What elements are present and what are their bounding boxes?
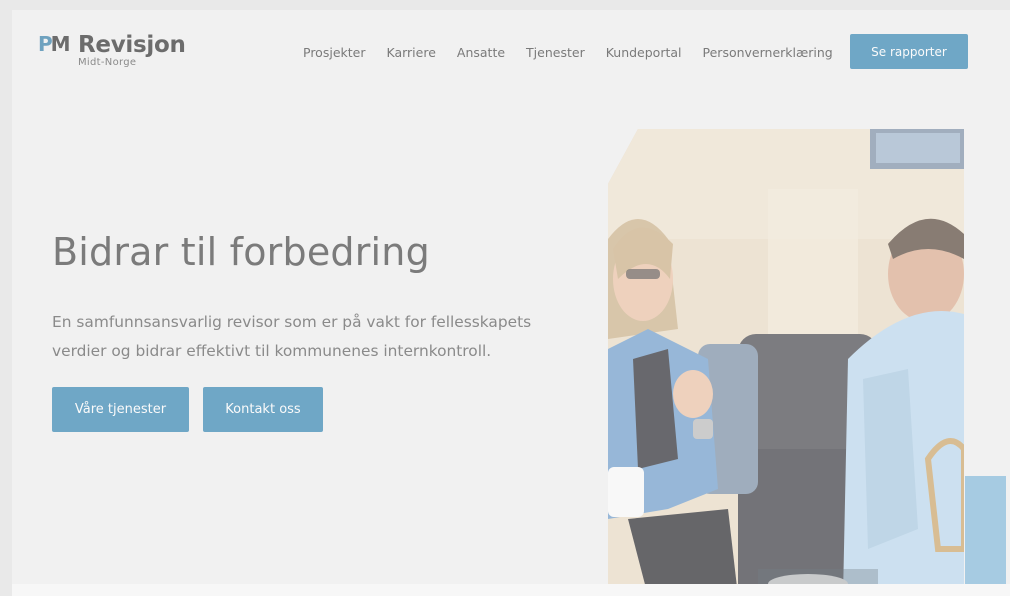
services-button[interactable]: Våre tjenester (52, 387, 189, 432)
nav-item-prosjekter[interactable]: Prosjekter (303, 44, 365, 62)
page-bottom-strip (12, 584, 1010, 596)
hero-text: En samfunnsansvarlig revisor som er på v… (52, 313, 532, 360)
hero-photo (608, 129, 964, 596)
logo-mark: PM (38, 32, 71, 56)
nav-item-kundeportal[interactable]: Kundeportal (606, 44, 682, 62)
hero-title: Bidrar til forbedring (52, 230, 430, 274)
nav-item-tjenester[interactable]: Tjenester (526, 44, 585, 62)
logo-name: Revisjon (78, 32, 186, 58)
logo-subtitle: Midt-Norge (78, 57, 137, 68)
accent-block (965, 476, 1006, 596)
nav-item-personvern[interactable]: Personvernerklæring (703, 44, 833, 62)
nav-item-karriere[interactable]: Karriere (386, 44, 435, 62)
page: PM Revisjon Midt-Norge Prosjekter Karrie… (12, 10, 1010, 596)
logo[interactable]: PM Revisjon Midt-Norge (38, 32, 188, 72)
main-nav: Prosjekter Karriere Ansatte Tjenester Ku… (303, 44, 854, 62)
see-reports-button[interactable]: Se rapporter (850, 34, 968, 69)
nav-item-ansatte[interactable]: Ansatte (457, 44, 505, 62)
contact-button[interactable]: Kontakt oss (203, 387, 323, 432)
